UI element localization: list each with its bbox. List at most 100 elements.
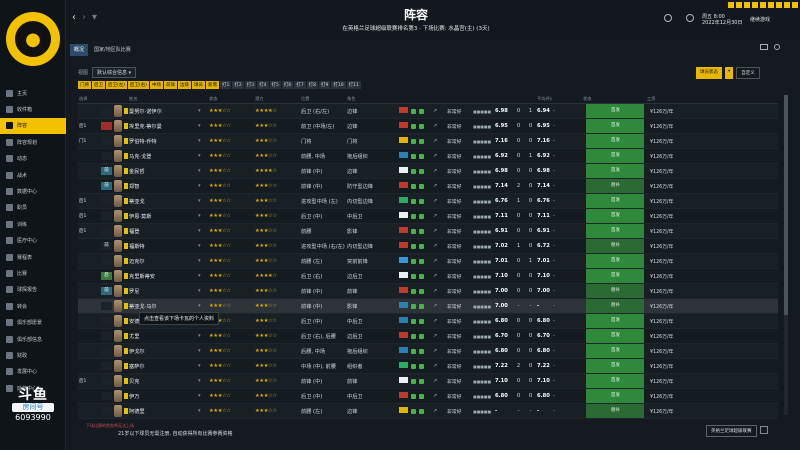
selection-cell[interactable]: 后1 (78, 123, 100, 129)
selection-status[interactable]: 首发 (586, 149, 644, 163)
sidebar-item[interactable]: 比赛 (0, 265, 66, 281)
selection-status[interactable]: 首发 (586, 344, 644, 358)
sidebar-item[interactable]: 主页 (0, 85, 66, 101)
player-name[interactable]: 福登 (129, 228, 198, 235)
selection-cell[interactable]: 后1 (78, 378, 100, 384)
filter-chip[interactable]: 后卫(左) (106, 81, 128, 89)
table-row[interactable]: 后1 福登 ▾ ★★★☆☆ ★★★☆☆ 前腰 影锋 ↗ 非常好 ■■■■■ 6.91 0 0 6.91- 首… (78, 224, 778, 239)
table-row[interactable]: 门1 罗伯特·乔特 ▾ ★★★☆☆ ★★★☆☆ 门将 门将 ↗ 非常好 ■■■■■ 7.16 0 0 7.… (78, 134, 778, 149)
custom-button[interactable]: 自定义 (736, 67, 760, 79)
selection-status[interactable]: 首发 (586, 119, 644, 133)
column-header[interactable]: 工资 (646, 96, 686, 102)
player-name[interactable]: 曼努尔·诺伊尔 (129, 108, 198, 115)
selection-status[interactable]: 首发 (586, 374, 644, 388)
selection-status[interactable]: 首发 (586, 314, 644, 328)
player-name[interactable]: 蒂亚戈·马尔 (129, 303, 198, 310)
column-header[interactable]: 位置 (300, 96, 346, 102)
player-name[interactable]: 福斯特 (129, 243, 198, 250)
player-name-cell[interactable]: 福登 ▾ (128, 228, 208, 235)
player-status-button[interactable]: 球员状态 (696, 67, 722, 79)
filter-chip[interactable]: 打1 (220, 81, 232, 89)
table-scrollbar[interactable] (784, 95, 788, 415)
filter-chip[interactable]: 打7 (294, 81, 306, 89)
selection-value[interactable]: 后1 (79, 228, 86, 234)
settings-icon[interactable] (686, 14, 694, 22)
table-row[interactable]: 尤里 ▾ ★★★☆☆ ★★★☆☆ 后卫 (右), 后腰 边后卫 ↗ 非常好 ■■■■■ 6.70 0… (78, 329, 778, 344)
filter-chip[interactable]: 球员 (192, 81, 206, 89)
chevron-down-icon[interactable]: ▾ (198, 228, 208, 234)
chevron-down-icon[interactable]: ▾ (198, 183, 208, 189)
sidebar-item[interactable]: 球探报告 (0, 282, 66, 298)
chevron-down-icon[interactable]: ▾ (198, 123, 208, 129)
chevron-down-icon[interactable]: ▾ (198, 393, 208, 399)
selection-cell[interactable]: 后1 (78, 213, 100, 219)
table-row[interactable]: 阿德里 ▾ ★★★☆☆ ★★★☆☆ 前腰 (左) 边锋 ↗ 非常好 ■■■■■ - - - - - 替补 ¥1… (78, 404, 778, 419)
player-name[interactable]: 蒂亚戈 (129, 198, 198, 205)
selection-cell[interactable]: 后1 (78, 198, 100, 204)
filter-chip[interactable]: 新增 (206, 81, 220, 89)
player-name-cell[interactable]: 蒂亚戈·马尔 ▾ (128, 303, 208, 310)
player-name[interactable]: 伊万 (129, 393, 198, 400)
sidebar-item[interactable]: 战术 (0, 167, 66, 183)
dropdown-arrow-icon[interactable]: ▾ (725, 67, 734, 79)
sidebar-item[interactable]: 阵容规划 (0, 134, 66, 150)
selection-cell[interactable]: 门1 (78, 138, 100, 144)
player-name[interactable]: 郑智 (129, 183, 198, 190)
player-name[interactable]: 伊戈尔 (129, 348, 198, 355)
player-name-cell[interactable]: 伊恩·莫斯 ▾ (128, 213, 208, 220)
player-name-cell[interactable]: 曼努尔·诺伊尔 ▾ (128, 108, 208, 115)
player-name[interactable]: 埃里克·蒂尔曼 (129, 123, 198, 130)
player-name[interactable]: 克里斯蒂安 (129, 273, 198, 280)
filter-chip[interactable]: 后卫 (92, 81, 105, 89)
filter-chip[interactable]: 打11 (346, 81, 361, 89)
chevron-down-icon[interactable]: ▾ (198, 138, 208, 144)
chevron-down-icon[interactable]: ▾ (198, 333, 208, 339)
player-name-cell[interactable]: 罗伯特·乔特 ▾ (128, 138, 208, 145)
column-header[interactable]: 状态 (208, 96, 254, 102)
column-header[interactable]: 选择 (78, 96, 100, 102)
filter-chip[interactable]: 门将 (78, 81, 91, 89)
filter-chip[interactable]: 打6 (281, 81, 294, 89)
filter-chip[interactable]: 边锋 (178, 81, 192, 89)
player-name-cell[interactable]: 伊万 ▾ (128, 393, 208, 400)
player-name-cell[interactable]: 克里斯蒂安 ▾ (128, 273, 208, 280)
player-name[interactable]: 尤里 (129, 333, 198, 340)
chevron-down-icon[interactable]: ▾ (198, 363, 208, 369)
selection-cell[interactable]: 后1 (78, 228, 100, 234)
selection-status[interactable]: 首发 (586, 134, 644, 148)
player-name[interactable]: 贝克 (129, 378, 198, 385)
selection-status[interactable]: 替补 (586, 299, 644, 313)
sidebar-item[interactable]: 阵容 (0, 117, 66, 135)
player-name-cell[interactable]: 福斯特 ▾ (128, 243, 208, 250)
chevron-down-icon[interactable]: ▾ (198, 168, 208, 174)
player-name-cell[interactable]: 伊戈尔 ▾ (128, 348, 208, 355)
filter-chip[interactable]: 打3 (244, 81, 257, 89)
table-row[interactable]: 迈克尔 ▾ ★★★☆☆ ★★★☆☆ 前腰 (左) 突前前锋 ↗ 非常好 ■■■■■ 7.01 0 1 7… (78, 254, 778, 269)
table-row[interactable]: 前郑智 ▾ ★★★☆☆ ★★★☆☆ 前锋 (中) 防守型边锋 ↗ 非常好 ■■■■■ 7.14 2 0… (78, 179, 778, 194)
player-name-cell[interactable]: 贝克 ▾ (128, 378, 208, 385)
selection-status[interactable]: 首发 (586, 104, 644, 118)
selection-status[interactable]: 首发 (586, 269, 644, 283)
competition-select-button[interactable]: 英格兰足球超级联赛 (706, 425, 757, 437)
column-header[interactable]: 平均评分 (536, 96, 552, 102)
player-name[interactable]: 马克·戈登 (129, 153, 198, 160)
selection-status[interactable]: 替补 (586, 284, 644, 298)
tab-0[interactable]: 概况 (70, 44, 89, 56)
chevron-down-icon[interactable]: ▾ (198, 258, 208, 264)
player-name[interactable]: 金民哲 (129, 168, 198, 175)
selection-status[interactable]: 首发 (586, 209, 644, 223)
chevron-down-icon[interactable]: ▾ (198, 243, 208, 249)
table-row[interactable]: 前 金民哲 ▾ ★★★☆☆ ★★★★☆ 前锋 (中) 边锋 ↗ 非常好 ■■■■■ 6.98 0 0 6.… (78, 164, 778, 179)
selection-status[interactable]: 首发 (586, 389, 644, 403)
selection-status[interactable]: 首发 (586, 329, 644, 343)
column-header[interactable]: 姓名 (128, 96, 208, 102)
filter-chip[interactable]: 后卫(右) (128, 81, 150, 89)
filter-chip[interactable]: 打2 (232, 81, 244, 89)
table-row[interactable]: 前罗尼 ▾ ★★★☆☆ ★★★☆☆ 前锋 (中) 前锋 ↗ 非常好 ■■■■■ 7.00 0 0 7.0… (78, 284, 778, 299)
chevron-down-icon[interactable]: ▾ (198, 408, 208, 414)
chevron-down-icon[interactable]: ▾ (198, 303, 208, 309)
player-name[interactable]: 塞萨尔 (129, 363, 198, 370)
filter-chip[interactable]: 打5 (269, 81, 281, 89)
selection-value[interactable]: 门1 (79, 138, 86, 144)
selection-status[interactable]: 替补 (586, 404, 644, 418)
